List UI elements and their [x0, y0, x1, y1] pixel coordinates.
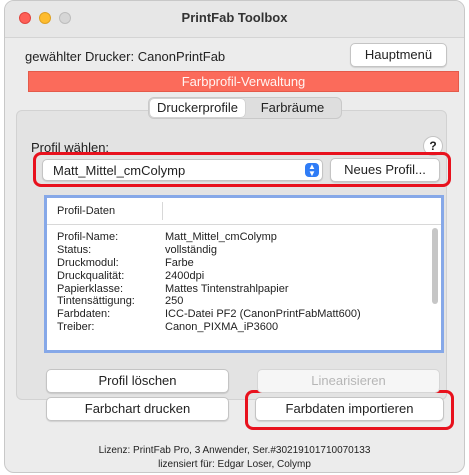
profile-dropdown[interactable]: Matt_Mittel_cmColymp ▲ ▼	[42, 159, 323, 181]
window-title: PrintFab Toolbox	[181, 10, 288, 25]
row-value: 250	[165, 295, 184, 308]
dropdown-arrows-icon: ▲ ▼	[305, 163, 319, 178]
column-divider	[162, 202, 163, 220]
table-row: Druckmodul: Farbe	[57, 257, 427, 270]
delete-profile-button[interactable]: Profil löschen	[46, 369, 229, 393]
table-row: Tintensättigung: 250	[57, 295, 427, 308]
table-row: Profil-Name: Matt_Mittel_cmColymp	[57, 231, 427, 244]
linearize-button[interactable]: Linearisieren	[257, 369, 440, 393]
profile-data-header-label: Profil-Daten	[57, 205, 116, 217]
print-color-chart-button[interactable]: Farbchart drucken	[46, 397, 229, 421]
licensed-to-text: lizensiert für: Edgar Loser, Colymp	[158, 459, 311, 470]
table-row: Farbdaten: ICC-Datei PF2 (CanonPrintFabMa…	[57, 308, 427, 321]
row-key: Tintensättigung:	[57, 295, 135, 308]
row-value: Canon_PIXMA_iP3600	[165, 321, 279, 334]
row-value: vollständig	[165, 243, 217, 256]
profile-data-table: Profil-Daten Profil-Name: Matt_Mittel_cmC…	[44, 195, 444, 353]
profile-dropdown-value: Matt_Mittel_cmColymp	[53, 163, 186, 178]
table-scrollbar[interactable]	[432, 228, 438, 304]
profile-data-rows: Profil-Name: Matt_Mittel_cmColymp Status:…	[57, 231, 427, 334]
row-key: Farbdaten:	[57, 308, 111, 321]
profile-data-header: Profil-Daten	[47, 198, 441, 225]
row-key: Druckqualität:	[57, 269, 125, 282]
row-value: Mattes Tintenstrahlpapier	[165, 282, 289, 295]
tab-printer-profiles[interactable]: Druckerprofile	[150, 99, 245, 117]
selected-printer-label: gewählter Drucker: CanonPrintFab	[25, 49, 226, 64]
table-row: Status: vollständig	[57, 244, 427, 257]
tab-color-spaces[interactable]: Farbräume	[245, 99, 340, 117]
table-row: Treiber: Canon_PIXMA_iP3600	[57, 321, 427, 334]
row-value: ICC-Datei PF2 (CanonPrintFabMatt600)	[165, 308, 361, 321]
row-value: Farbe	[165, 256, 194, 269]
row-key: Papierklasse:	[57, 282, 124, 295]
title-bar: PrintFab Toolbox	[5, 1, 464, 38]
row-value: Matt_Mittel_cmColymp	[165, 231, 277, 243]
row-key: Status:	[57, 243, 92, 256]
license-text: Lizenz: PrintFab Pro, 3 Anwender, Ser.#3…	[98, 445, 371, 456]
row-value: 2400dpi	[165, 269, 205, 282]
table-row: Druckqualität: 2400dpi	[57, 270, 427, 283]
row-key: Treiber:	[57, 321, 95, 334]
row-key: Druckmodul:	[57, 256, 119, 269]
table-row: Papierklasse: Mattes Tintenstrahlpapier	[57, 283, 427, 296]
import-color-data-button[interactable]: Farbdaten importieren	[255, 397, 444, 421]
tab-bar: Druckerprofile Farbräume	[148, 97, 342, 119]
new-profile-button[interactable]: Neues Profil...	[330, 158, 440, 182]
section-banner: Farbprofil-Verwaltung	[28, 71, 459, 92]
main-menu-button[interactable]: Hauptmenü	[350, 43, 447, 67]
row-key: Profil-Name:	[57, 231, 119, 243]
